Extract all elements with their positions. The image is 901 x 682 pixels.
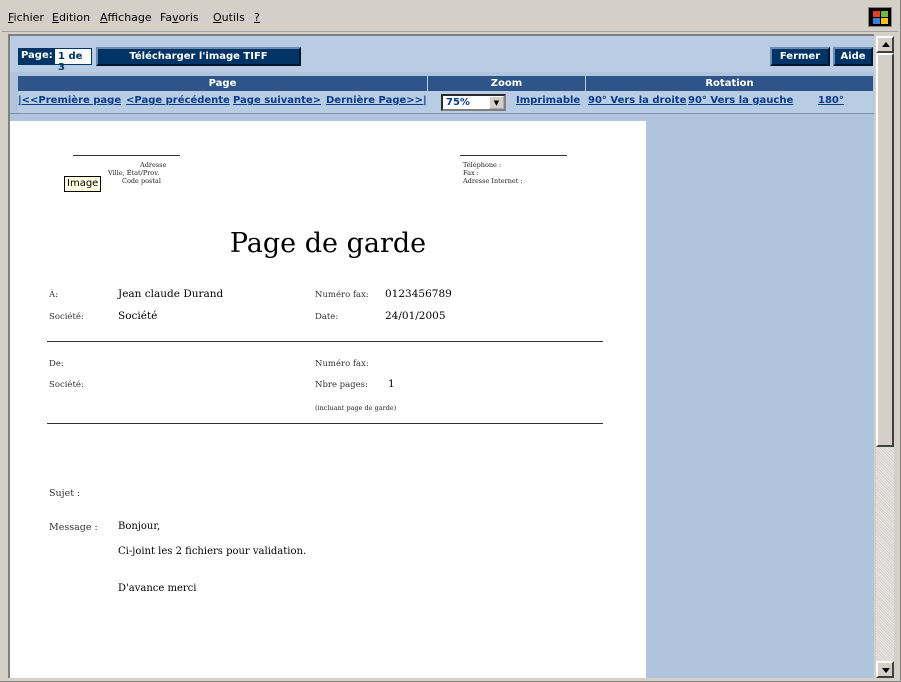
message-line: D'avance merci — [118, 583, 197, 594]
menu-fichier[interactable]: Fichier — [8, 11, 44, 24]
divider — [73, 155, 180, 156]
printable-link[interactable]: Imprimable — [516, 95, 580, 106]
pages-note: (incluant page de garde) — [315, 404, 397, 412]
menu-label-accel: ? — [254, 11, 260, 24]
subject-label: Sujet : — [49, 488, 81, 499]
menu-label-accel: E — [52, 11, 59, 24]
previous-page-link[interactable]: <Page précédente — [126, 95, 230, 106]
menu-label-post: dition — [58, 11, 91, 24]
scrollbar-thumb[interactable] — [876, 53, 894, 447]
message-label: Message : — [49, 522, 98, 533]
from-fax-label: Numéro fax: — [315, 359, 369, 369]
from-label: De: — [49, 359, 64, 369]
sender-city: Ville, État/Prov. — [108, 169, 160, 177]
page-indicator: 1 de 3 — [54, 48, 92, 73]
date-value: 24/01/2005 — [385, 310, 446, 322]
pages-label: Nbre pages: — [315, 380, 368, 390]
fax-label: Numéro fax: — [315, 290, 369, 300]
to-value: Jean claude Durand — [118, 288, 224, 300]
scroll-up-button[interactable] — [876, 36, 894, 53]
zoom-value: 75% — [446, 97, 470, 108]
browser-window: Fichier Edition Affichage Favoris Outils… — [0, 0, 901, 682]
divider — [47, 341, 603, 342]
sender-web: Adresse Internet : — [463, 177, 523, 185]
sender-postal: Code postal — [122, 177, 161, 185]
navigation-header: Page Zoom Rotation — [18, 76, 873, 91]
navigation-links: |<<Première page <Page précédente Page s… — [18, 91, 873, 113]
menu-label-accel: O — [213, 11, 222, 24]
rotate-left-link[interactable]: 90° Vers la gauche — [688, 95, 793, 106]
arrow-down-icon — [882, 668, 890, 673]
arrow-up-icon — [882, 42, 890, 47]
sender-fax: Fax : — [463, 169, 479, 177]
menu-label-post: ffichage — [107, 11, 152, 24]
header-page: Page — [18, 76, 428, 91]
sender-phone: Téléphone : — [463, 161, 502, 169]
help-button[interactable]: Aide — [833, 47, 873, 66]
divider — [47, 423, 603, 424]
message-line: Ci-joint les 2 fichiers pour validation. — [118, 546, 307, 557]
menu-bar: Fichier Edition Affichage Favoris Outils… — [2, 2, 898, 32]
menu-label-accel: A — [100, 11, 108, 24]
download-tiff-button[interactable]: Télécharger l'image TIFF — [96, 47, 301, 66]
menu-edition[interactable]: Edition — [52, 11, 90, 24]
viewer-toolbar: Page: 1 de 3 Télécharger l'image TIFF Fe… — [10, 36, 874, 73]
menu-help[interactable]: ? — [254, 11, 260, 24]
menu-label-post: utils — [221, 11, 245, 24]
date-label: Date: — [315, 312, 339, 322]
company-value: Société — [118, 310, 158, 322]
sender-address: Adresse — [140, 161, 167, 169]
menu-label-post: oris — [178, 11, 199, 24]
divider — [460, 155, 567, 156]
first-page-link[interactable]: |<<Première page — [18, 95, 121, 106]
menu-label-pre: Fa — [160, 11, 173, 24]
to-label: À: — [49, 290, 59, 300]
rotate-180-link[interactable]: 180° — [818, 95, 844, 106]
menu-affichage[interactable]: Affichage — [100, 11, 152, 24]
scroll-down-button[interactable] — [876, 661, 894, 678]
menu-favoris[interactable]: Favoris — [160, 11, 199, 24]
header-zoom: Zoom — [428, 76, 586, 91]
header-rotation: Rotation — [705, 78, 754, 89]
image-tooltip: Image — [64, 176, 101, 192]
vertical-scrollbar[interactable] — [876, 36, 894, 678]
page-title: Page de garde — [229, 228, 427, 259]
chevron-down-icon[interactable]: ▼ — [489, 96, 504, 109]
zoom-select[interactable]: 75% ▼ — [441, 94, 506, 111]
message-line: Bonjour, — [118, 521, 161, 532]
last-page-link[interactable]: Dernière Page>>| — [326, 95, 427, 106]
pages-value: 1 — [388, 378, 395, 390]
viewer-content: Page: 1 de 3 Télécharger l'image TIFF Fe… — [8, 34, 874, 678]
page-label: Page: — [18, 48, 56, 65]
windows-logo-icon — [868, 7, 892, 27]
next-page-link[interactable]: Page suivante> — [233, 95, 321, 106]
divider — [10, 113, 874, 114]
menu-outils[interactable]: Outils — [213, 11, 245, 24]
from-company-label: Société: — [49, 380, 84, 390]
rotate-right-link[interactable]: 90° Vers la droite — [588, 95, 686, 106]
navigation-table: Page Zoom Rotation |<<Première page <Pag… — [18, 76, 873, 113]
menu-label-post: ichier — [13, 11, 44, 24]
fax-value: 0123456789 — [385, 288, 452, 300]
close-button[interactable]: Fermer — [770, 47, 830, 66]
company-label: Société: — [49, 312, 84, 322]
fax-document-image: Adresse Ville, État/Prov. Code postal Im… — [10, 121, 646, 678]
